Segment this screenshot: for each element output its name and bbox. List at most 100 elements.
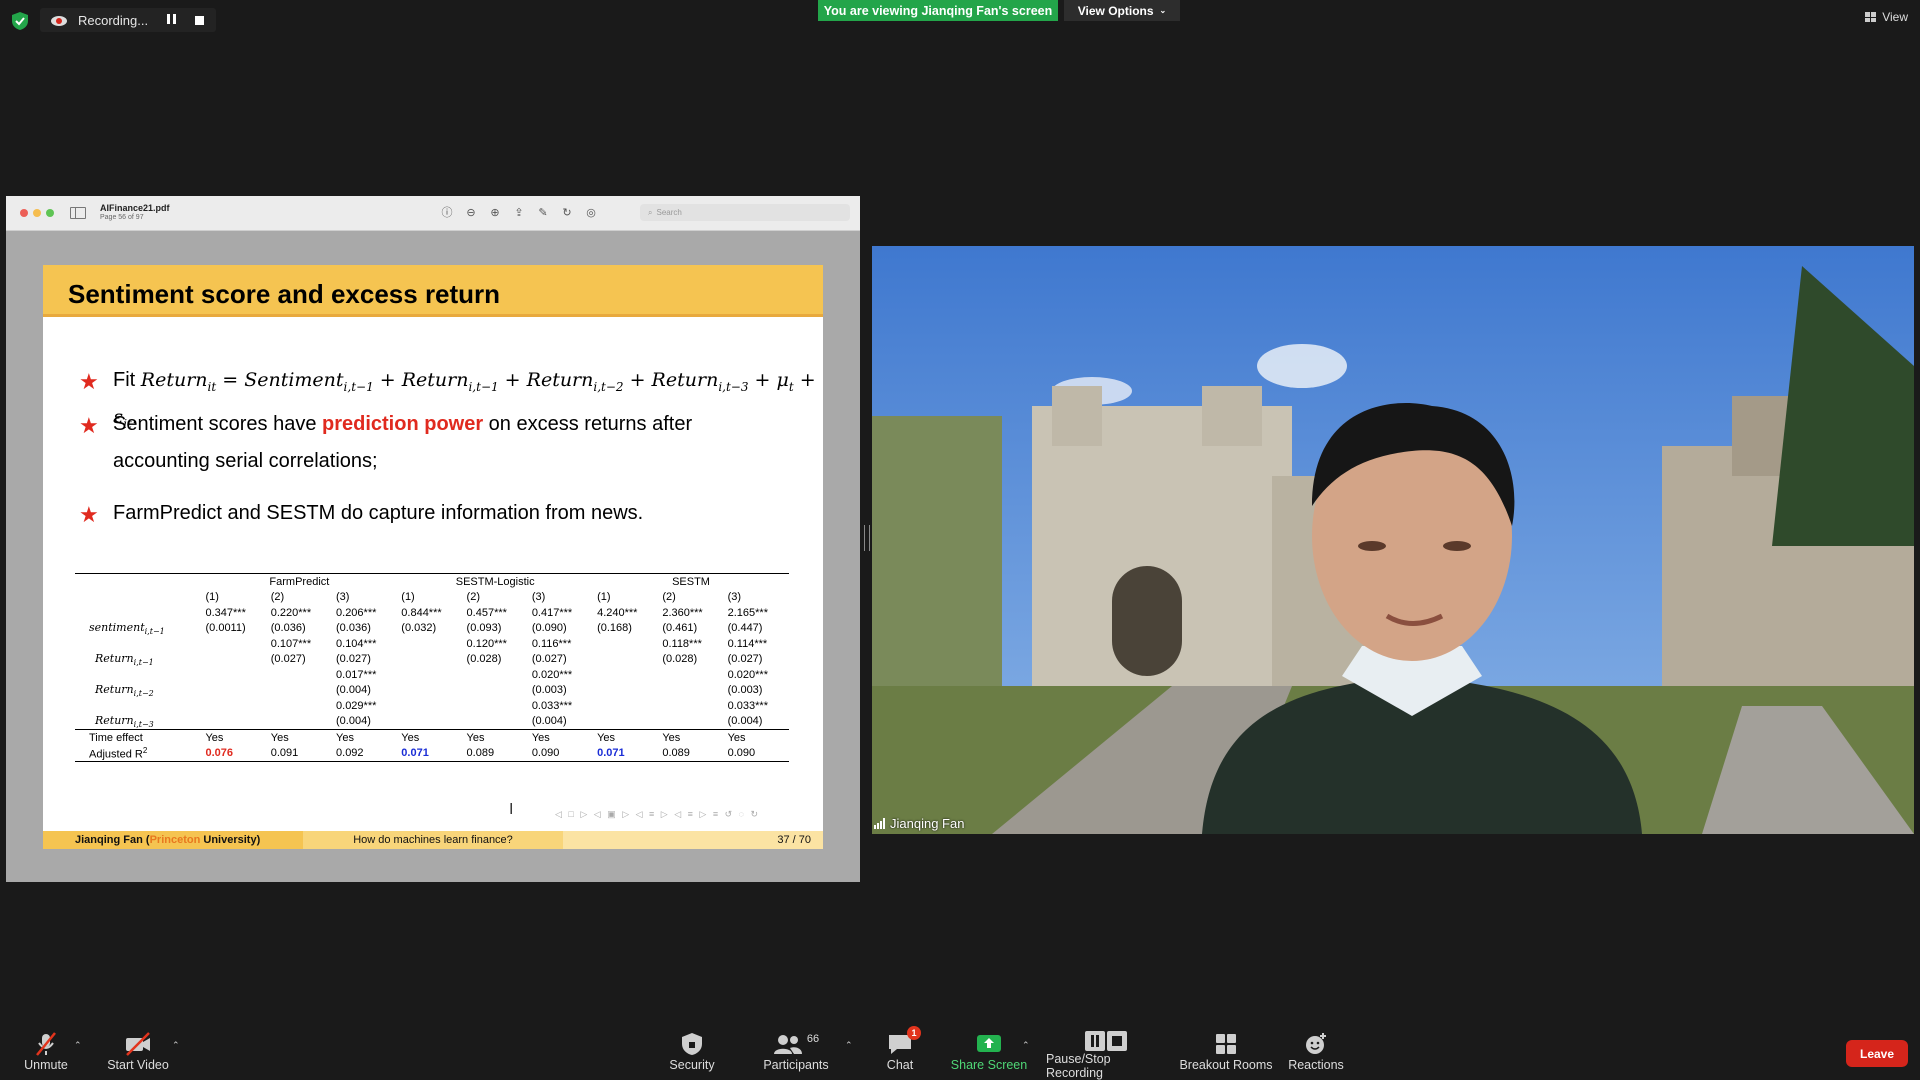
sidebar-toggle-icon[interactable]: [70, 207, 86, 219]
table-cell: 0.033***: [727, 699, 768, 712]
markup-pen-icon[interactable]: ✎: [536, 205, 550, 219]
share-screen-button[interactable]: Share Screen: [950, 1030, 1028, 1080]
start-video-label: Start Video: [107, 1058, 169, 1072]
video-off-icon: [123, 1030, 153, 1058]
close-window-icon[interactable]: [20, 209, 28, 217]
table-cell: [201, 714, 266, 730]
stop-recording-icon[interactable]: [195, 15, 204, 25]
start-video-button[interactable]: Start Video: [104, 1030, 172, 1080]
table-cell: Yes: [332, 729, 398, 746]
speaker-name: Jianqing Fan: [890, 816, 965, 831]
pdf-search-field[interactable]: ⌕ Search: [640, 204, 850, 221]
view-button[interactable]: View: [1865, 10, 1908, 24]
row-label: Returni,t−3: [95, 713, 154, 729]
share-screen-label: Share Screen: [950, 1058, 1028, 1072]
video-scene-image: [872, 246, 1914, 834]
table-row: sentimenti,t−1 (0.0011) (0.036) (0.036) (0.0…: [75, 621, 789, 637]
rotate-icon[interactable]: ↻: [560, 205, 574, 219]
grid-view-icon: [1865, 12, 1877, 22]
reactions-label: Reactions: [1288, 1058, 1344, 1072]
annotate-icon[interactable]: ◎: [584, 205, 598, 219]
table-cell: Yes: [527, 729, 594, 746]
security-button[interactable]: Security: [662, 1030, 722, 1080]
cloud-recording-icon: [51, 16, 67, 26]
pause-recording-icon[interactable]: [167, 14, 179, 26]
row-label: [75, 605, 201, 621]
table-cell: (0.447): [727, 622, 763, 635]
table-cell: [201, 652, 266, 668]
row-label: Returni,t−2: [95, 682, 154, 698]
encryption-shield-icon[interactable]: [12, 12, 28, 30]
table-cell: 0.114***: [727, 637, 768, 650]
table-cell: 0.104***: [336, 637, 377, 650]
bullet-text: Sentiment scores have prediction power o…: [113, 413, 693, 472]
table-cell: (0.028): [662, 653, 698, 666]
zoom-out-icon[interactable]: ⊖: [464, 205, 478, 219]
table-cell: 0.107***: [270, 637, 312, 650]
participants-icon: 66: [773, 1030, 819, 1058]
pause-stop-recording-button[interactable]: Pause/Stop Recording: [1046, 1030, 1166, 1080]
maximize-window-icon[interactable]: [46, 209, 54, 217]
row-label: Time effect: [75, 729, 202, 746]
row-label: [75, 667, 201, 683]
zoom-in-icon[interactable]: ⊕: [488, 205, 502, 219]
search-placeholder: Search: [656, 208, 682, 217]
video-options-chevron-icon[interactable]: ⌃: [172, 1040, 180, 1051]
slide-header: Sentiment score and excess return: [43, 265, 823, 317]
table-cell: [397, 667, 462, 683]
resize-divider[interactable]: [864, 525, 870, 551]
table-cell: (0.461): [662, 622, 698, 635]
table-cell: 0.090: [527, 745, 594, 762]
shared-screen[interactable]: AIFinance21.pdf Page 56 of 97 ⓘ ⊖ ⊕ ⇪ ✎ …: [6, 196, 860, 882]
table-cell: 0.091: [266, 745, 333, 762]
table-cell: [267, 714, 332, 730]
beamer-navigation-icons[interactable]: ◁ □ ▷ ◁ ▣ ▷ ◁ ≡ ▷ ◁ ≡ ▷ ≡ ↺ ◌ ↻: [555, 809, 760, 820]
presentation-slide: Sentiment score and excess return ★ Fit …: [43, 265, 823, 849]
table-cell: [397, 652, 462, 668]
breakout-rooms-button[interactable]: Breakout Rooms: [1178, 1030, 1274, 1080]
table-row: 0.347*** 0.220*** 0.206*** 0.844*** 0.457***…: [75, 605, 789, 621]
share-icon[interactable]: ⇪: [512, 205, 526, 219]
chat-button[interactable]: 1 Chat: [880, 1026, 921, 1080]
signal-strength-icon: [874, 818, 885, 829]
row-label: [75, 636, 201, 652]
table-cell: [593, 683, 658, 699]
table-cell: (0.027): [270, 653, 306, 666]
minimize-window-icon[interactable]: [33, 209, 41, 217]
chevron-down-icon: ⌄: [1159, 6, 1167, 15]
bullet-prediction-power: ★ Sentiment scores have prediction power…: [79, 413, 739, 480]
audio-options-chevron-icon[interactable]: ⌃: [74, 1040, 82, 1051]
table-cell: 0.120***: [466, 637, 507, 650]
column-number: (3): [531, 591, 546, 604]
row-label: sentimenti,t−1: [89, 620, 165, 636]
table-cell: (0.036): [270, 622, 306, 635]
reactions-button[interactable]: Reactions: [1286, 1030, 1346, 1080]
share-screen-icon: [976, 1030, 1002, 1058]
pause-stop-label: Pause/Stop Recording: [1046, 1052, 1111, 1080]
unmute-label: Unmute: [24, 1058, 68, 1072]
leave-button[interactable]: Leave: [1846, 1040, 1908, 1067]
footer-page-number: 37 / 70: [563, 831, 823, 849]
speaker-name-tag: Jianqing Fan: [874, 816, 964, 831]
table-cell: [463, 683, 528, 699]
recording-indicator: Recording...: [40, 8, 216, 32]
unmute-button[interactable]: Unmute: [18, 1030, 74, 1080]
table-cell: 0.092: [332, 745, 398, 762]
table-cell: 0.017***: [336, 668, 377, 681]
participants-options-chevron-icon[interactable]: ⌃: [845, 1040, 853, 1051]
info-icon[interactable]: ⓘ: [440, 205, 454, 219]
table-cell: (0.003): [531, 684, 567, 697]
table-cell: (0.004): [727, 715, 763, 728]
table-row: Returni,t−3 (0.004) (0.004) (0.004): [75, 714, 789, 730]
speaker-video[interactable]: [872, 246, 1914, 834]
participants-button[interactable]: 66 Participants: [760, 1030, 832, 1080]
table-cell: 2.360***: [662, 606, 703, 619]
row-label: Returni,t−1: [95, 651, 154, 667]
view-options-button[interactable]: View Options ⌄: [1064, 0, 1180, 21]
table-cell: [267, 683, 332, 699]
table-cell: 0.020***: [727, 668, 768, 681]
table-cell: Yes: [723, 729, 789, 746]
star-bullet-icon: ★: [79, 502, 99, 527]
share-options-chevron-icon[interactable]: ⌃: [1022, 1040, 1030, 1051]
table-cell: (0.027): [727, 653, 763, 666]
